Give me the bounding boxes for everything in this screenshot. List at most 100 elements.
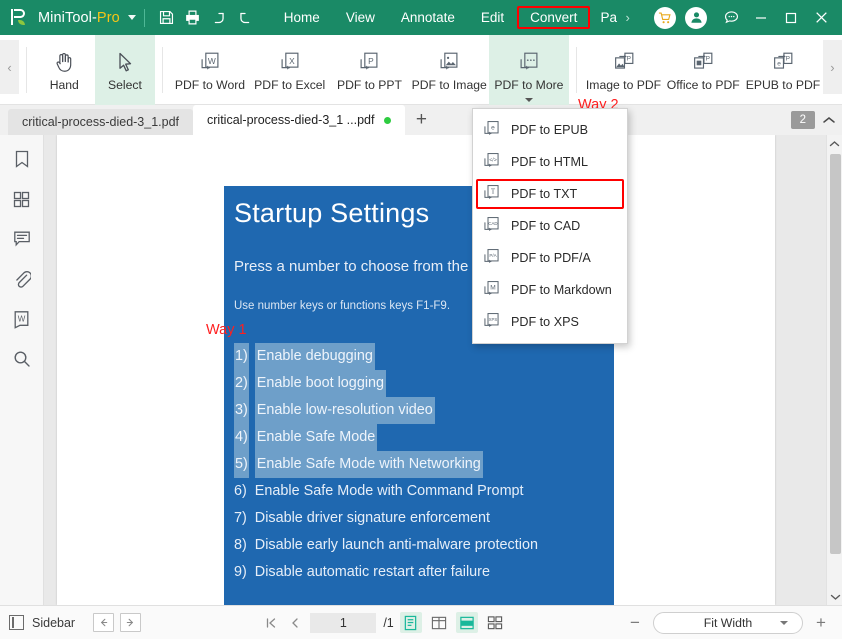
scrollbar-thumb[interactable]: [830, 154, 841, 554]
tab-label: critical-process-died-3_1 ...pdf: [207, 113, 375, 127]
caret-down-icon[interactable]: [524, 98, 533, 102]
undo-button[interactable]: [206, 5, 232, 31]
tabstrip-right-controls: 2: [790, 105, 842, 135]
menu-convert[interactable]: Convert: [517, 6, 591, 29]
continuous-scroll-view-button[interactable]: [455, 612, 478, 633]
document-tab-2[interactable]: critical-process-died-3_1 ...pdf: [193, 105, 406, 135]
option-number: 3): [234, 397, 249, 424]
grid-thumbnails-icon[interactable]: [9, 186, 35, 212]
sidebar-toggle[interactable]: Sidebar: [9, 615, 75, 630]
svg-text:P: P: [626, 55, 630, 62]
menu-item-pdf-to-txt[interactable]: T PDF to TXT: [473, 178, 627, 210]
menu-item-label: PDF to HTML: [511, 155, 588, 169]
zoom-level-select[interactable]: Fit Width: [653, 611, 803, 634]
tool-label: PDF to Image: [411, 77, 487, 92]
scroll-down-chevron-icon[interactable]: [827, 588, 842, 605]
svg-text:W: W: [208, 55, 216, 65]
tool-label: Select: [107, 77, 142, 92]
prev-page-icon[interactable]: [286, 617, 304, 629]
status-bar: Sidebar /1: [0, 605, 842, 639]
tool-pdf-to-more[interactable]: PDF to More: [489, 35, 569, 105]
app-title: MiniTool-Pro: [38, 10, 120, 26]
pdf-to-more-icon: [516, 49, 542, 75]
chevron-up-icon[interactable]: [822, 115, 836, 125]
word-document-icon[interactable]: W: [9, 306, 35, 332]
grid-page-view-button[interactable]: [484, 612, 506, 633]
chat-bubble-icon[interactable]: [716, 0, 746, 35]
tool-pdf-to-image[interactable]: PDF to Image: [409, 35, 489, 105]
tab-label: critical-process-died-3_1.pdf: [22, 115, 180, 129]
tool-image-to-pdf[interactable]: P Image to PDF: [584, 35, 664, 105]
comment-bubble-icon[interactable]: [9, 226, 35, 252]
slide-title: Startup Settings: [234, 198, 430, 228]
document-tab-1[interactable]: critical-process-died-3_1.pdf: [8, 109, 194, 135]
menu-item-pdf-to-xps[interactable]: XPS PDF to XPS: [473, 306, 627, 338]
zoom-controls: − Fit Width +: [627, 611, 833, 634]
new-tab-button[interactable]: +: [405, 105, 437, 135]
tool-epub-to-pdf[interactable]: P e EPUB to PDF: [743, 35, 823, 105]
menu-item-pdf-to-markdown[interactable]: M PDF to Markdown: [473, 274, 627, 306]
tool-office-to-pdf[interactable]: P Office to PDF: [663, 35, 743, 105]
menu-view[interactable]: View: [333, 6, 388, 29]
paperclip-icon[interactable]: [9, 266, 35, 292]
option-text: Disable automatic restart after failure: [254, 564, 490, 580]
menu-item-pdf-to-pdfa[interactable]: P/A PDF to PDF/A: [473, 242, 627, 274]
list-item: 6) Enable Safe Mode with Command Prompt: [234, 478, 614, 505]
document-viewer[interactable]: Startup Settings Press a number to choos…: [44, 135, 842, 605]
maximize-icon[interactable]: [776, 0, 806, 35]
option-text: Enable Safe Mode with Command Prompt: [254, 483, 524, 499]
previous-view-button[interactable]: [93, 613, 115, 632]
tab-count-badge[interactable]: 2: [790, 111, 815, 129]
tool-pdf-to-excel[interactable]: X PDF to Excel: [250, 35, 330, 105]
sidebar-bookmark-icon[interactable]: [9, 146, 35, 172]
minimize-icon[interactable]: [746, 0, 776, 35]
svg-text:P: P: [706, 55, 710, 62]
first-page-icon[interactable]: [262, 617, 280, 629]
menu-item-pdf-to-html[interactable]: </> PDF to HTML: [473, 146, 627, 178]
close-icon[interactable]: [806, 0, 836, 35]
tool-pdf-to-word[interactable]: W PDF to Word: [170, 35, 250, 105]
next-view-button[interactable]: [120, 613, 142, 632]
option-text: Disable driver signature enforcement: [254, 510, 490, 526]
caret-down-icon[interactable]: [127, 15, 136, 20]
image-to-pdf-icon: P: [611, 49, 637, 75]
zoom-out-button[interactable]: −: [627, 614, 643, 631]
chevron-left-icon[interactable]: ‹: [0, 40, 20, 94]
app-title-suffix: Pro: [96, 9, 120, 26]
pdf-to-cad-icon: CAD: [481, 215, 502, 238]
shopping-cart-icon[interactable]: [654, 6, 676, 29]
caret-down-icon: [780, 620, 788, 625]
minitool-pdf-logo-icon: [10, 8, 30, 27]
user-account-icon[interactable]: [685, 6, 707, 29]
svg-text:e: e: [491, 124, 495, 131]
tool-label: PDF to PPT: [336, 77, 402, 92]
menu-item-pdf-to-epub[interactable]: e PDF to EPUB: [473, 114, 627, 146]
chevron-right-icon[interactable]: ›: [822, 40, 842, 94]
two-page-view-button[interactable]: [428, 612, 450, 633]
zoom-in-button[interactable]: +: [813, 614, 829, 631]
svg-text:T: T: [491, 187, 496, 195]
menu-item-pdf-to-cad[interactable]: CAD PDF to CAD: [473, 210, 627, 242]
menu-home[interactable]: Home: [271, 6, 333, 29]
menu-page[interactable]: Pa: [590, 6, 620, 29]
print-button[interactable]: [180, 5, 206, 31]
titlebar-right-tools: [654, 0, 842, 35]
scroll-up-chevron-icon[interactable]: [827, 135, 842, 152]
single-page-view-button[interactable]: [399, 612, 422, 633]
menu-edit[interactable]: Edit: [468, 6, 517, 29]
option-text: Enable Safe Mode: [254, 424, 378, 451]
page-number-input[interactable]: [310, 612, 377, 633]
magnifier-search-icon[interactable]: [9, 346, 35, 372]
vertical-scrollbar[interactable]: [826, 135, 842, 605]
tool-pdf-to-ppt[interactable]: P PDF to PPT: [330, 35, 410, 105]
menu-annotate[interactable]: Annotate: [388, 6, 468, 29]
menu-item-label: PDF to Markdown: [511, 283, 612, 297]
chevron-right-icon[interactable]: ›: [620, 10, 634, 25]
slide-note: Use number keys or functions keys F1-F9.: [234, 300, 451, 312]
option-number: 4): [234, 424, 249, 451]
tool-hand[interactable]: Hand: [34, 35, 95, 105]
tool-select[interactable]: Select: [94, 35, 156, 105]
svg-text:X: X: [289, 55, 295, 65]
save-button[interactable]: [154, 5, 180, 31]
redo-button[interactable]: [232, 5, 258, 31]
